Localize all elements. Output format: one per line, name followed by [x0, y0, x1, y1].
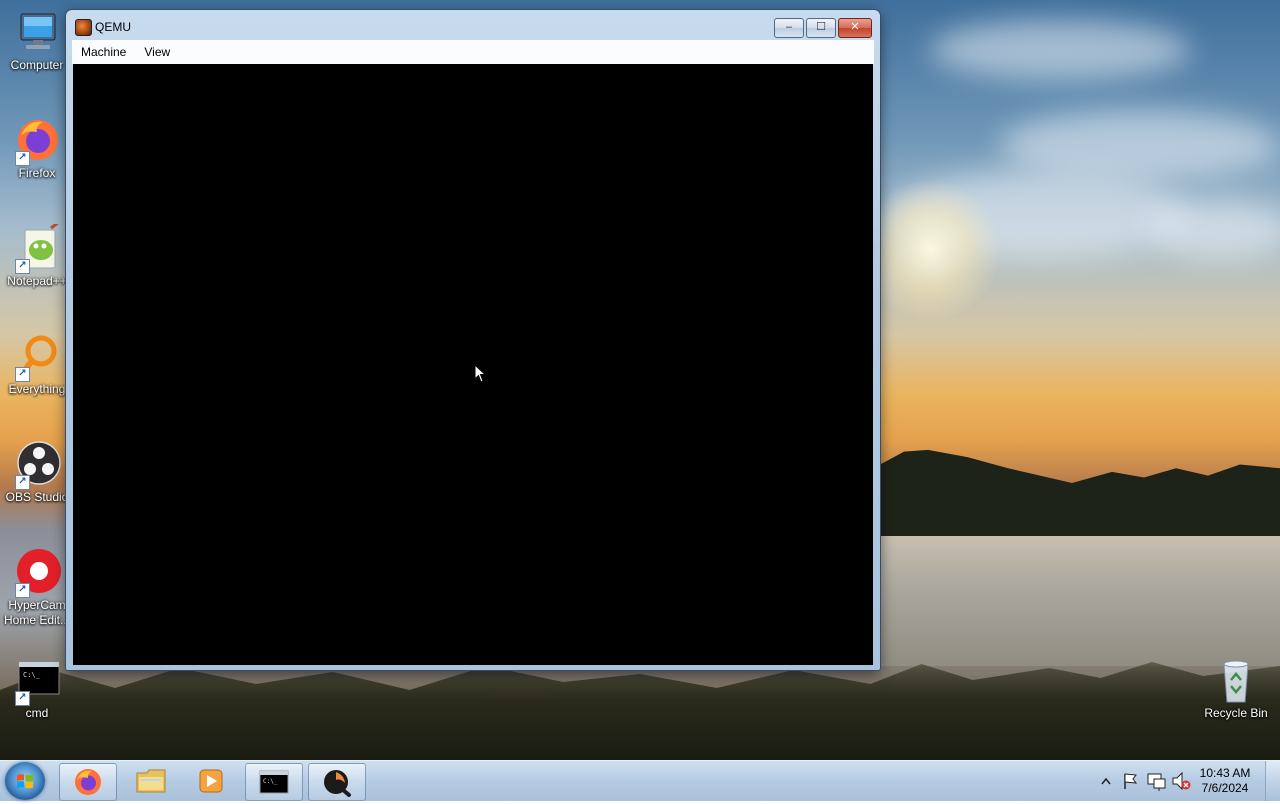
desktop-icon-label: Everything — [8, 382, 66, 396]
show-hidden-icons-icon — [1101, 777, 1111, 785]
action-center-flag-icon — [1124, 773, 1138, 789]
everything-search-icon: ↗ — [13, 332, 61, 382]
desktop-icon-notepad-plus-plus[interactable]: ↗ Notepad++ — [0, 220, 75, 289]
desktop-icon-hypercam[interactable]: ↗ HyperCam Home Edit... — [0, 548, 75, 628]
recycle-bin-icon — [1212, 656, 1260, 704]
clock-time: 10:43 AM — [1199, 766, 1251, 780]
taskbar-file-explorer-button[interactable] — [123, 763, 179, 799]
desktop-icon-label: Firefox — [18, 166, 56, 180]
mouse-cursor-icon — [474, 363, 487, 387]
desktop-icon-label: cmd — [25, 706, 49, 720]
firefox-icon — [75, 769, 101, 795]
notepad-plus-plus-icon: ↗ — [13, 220, 61, 274]
desktop-icon-label: Notepad++ — [7, 274, 67, 288]
desktop-icon-firefox[interactable]: ↗ Firefox — [0, 116, 75, 181]
desktop-icon-obs-studio[interactable]: ↗ OBS Studio — [0, 440, 75, 505]
desktop-icon-cmd[interactable]: C:\_ ↗ cmd — [0, 656, 75, 721]
firefox-icon: ↗ — [13, 116, 61, 166]
volume-button[interactable] — [1170, 761, 1192, 801]
desktop-icon-label: OBS Studio — [5, 490, 69, 504]
start-button[interactable] — [5, 762, 45, 800]
shortcut-arrow-icon: ↗ — [15, 151, 30, 166]
svg-text:C:\_: C:\_ — [263, 778, 278, 785]
taskbar-qemu-button[interactable] — [308, 763, 366, 801]
windows-logo-icon — [17, 774, 33, 789]
minimize-icon: – — [785, 21, 793, 33]
shortcut-arrow-icon: ↗ — [15, 475, 30, 490]
cmd-icon: C:\_ ↗ — [13, 656, 61, 706]
vm-display[interactable] — [73, 64, 873, 665]
menu-machine[interactable]: Machine — [72, 40, 135, 64]
menu-bar: Machine View — [72, 40, 874, 65]
obs-studio-icon: ↗ — [13, 440, 61, 490]
mangroves — [0, 662, 1280, 760]
volume-muted-icon — [1172, 771, 1191, 791]
treeline — [880, 449, 1280, 540]
taskbar-media-player-button[interactable] — [183, 763, 239, 799]
cloud — [1150, 200, 1280, 260]
maximize-icon: ☐ — [816, 21, 826, 33]
shortcut-arrow-icon: ↗ — [15, 367, 30, 382]
clock[interactable]: 10:43 AM 7/6/2024 — [1196, 766, 1254, 796]
close-button[interactable]: ✕ — [838, 18, 872, 38]
hypercam-icon: ↗ — [13, 548, 61, 598]
window-title: QEMU — [95, 20, 131, 34]
qemu-window[interactable]: QEMU – ☐ ✕ Machine View — [66, 10, 880, 670]
maximize-button[interactable]: ☐ — [806, 18, 836, 38]
qemu-icon — [75, 19, 92, 36]
cmd-icon: C:\_ — [259, 770, 289, 794]
close-icon: ✕ — [850, 21, 860, 33]
taskbar-cmd-button[interactable]: C:\_ — [245, 763, 303, 801]
taskbar-firefox-button[interactable] — [59, 763, 117, 801]
desktop-icon-label: HyperCam Home Edit... — [3, 598, 71, 627]
folder-icon — [136, 769, 166, 793]
cloud — [930, 20, 1190, 80]
taskbar: C:\_ 10:43 AM 7/6/2024 — [0, 760, 1280, 801]
clock-date: 7/6/2024 — [1201, 781, 1249, 795]
show-hidden-icons-button[interactable] — [1100, 761, 1112, 801]
title-bar[interactable]: QEMU – ☐ ✕ — [66, 10, 880, 40]
network-icon — [1147, 773, 1166, 791]
sun-glow — [860, 180, 1000, 320]
qemu-icon — [324, 770, 351, 797]
action-center-button[interactable] — [1120, 761, 1140, 801]
water — [880, 536, 1280, 666]
shortcut-arrow-icon: ↗ — [15, 259, 30, 274]
network-button[interactable] — [1145, 761, 1167, 801]
shortcut-arrow-icon: ↗ — [15, 583, 30, 598]
desktop-icon-computer[interactable]: Computer — [0, 8, 75, 73]
menu-view[interactable]: View — [135, 40, 179, 64]
desktop-icon-label: Computer — [10, 58, 64, 72]
media-player-icon — [199, 769, 223, 793]
desktop-icon-everything[interactable]: ↗ Everything — [0, 332, 75, 397]
svg-text:C:\_: C:\_ — [23, 671, 41, 679]
minimize-button[interactable]: – — [774, 18, 804, 38]
show-desktop-button[interactable] — [1265, 761, 1280, 801]
computer-icon — [13, 8, 61, 56]
shortcut-arrow-icon: ↗ — [15, 691, 30, 706]
desktop-icon-recycle-bin[interactable]: Recycle Bin — [1198, 656, 1274, 721]
desktop-icon-label: Recycle Bin — [1204, 706, 1268, 720]
